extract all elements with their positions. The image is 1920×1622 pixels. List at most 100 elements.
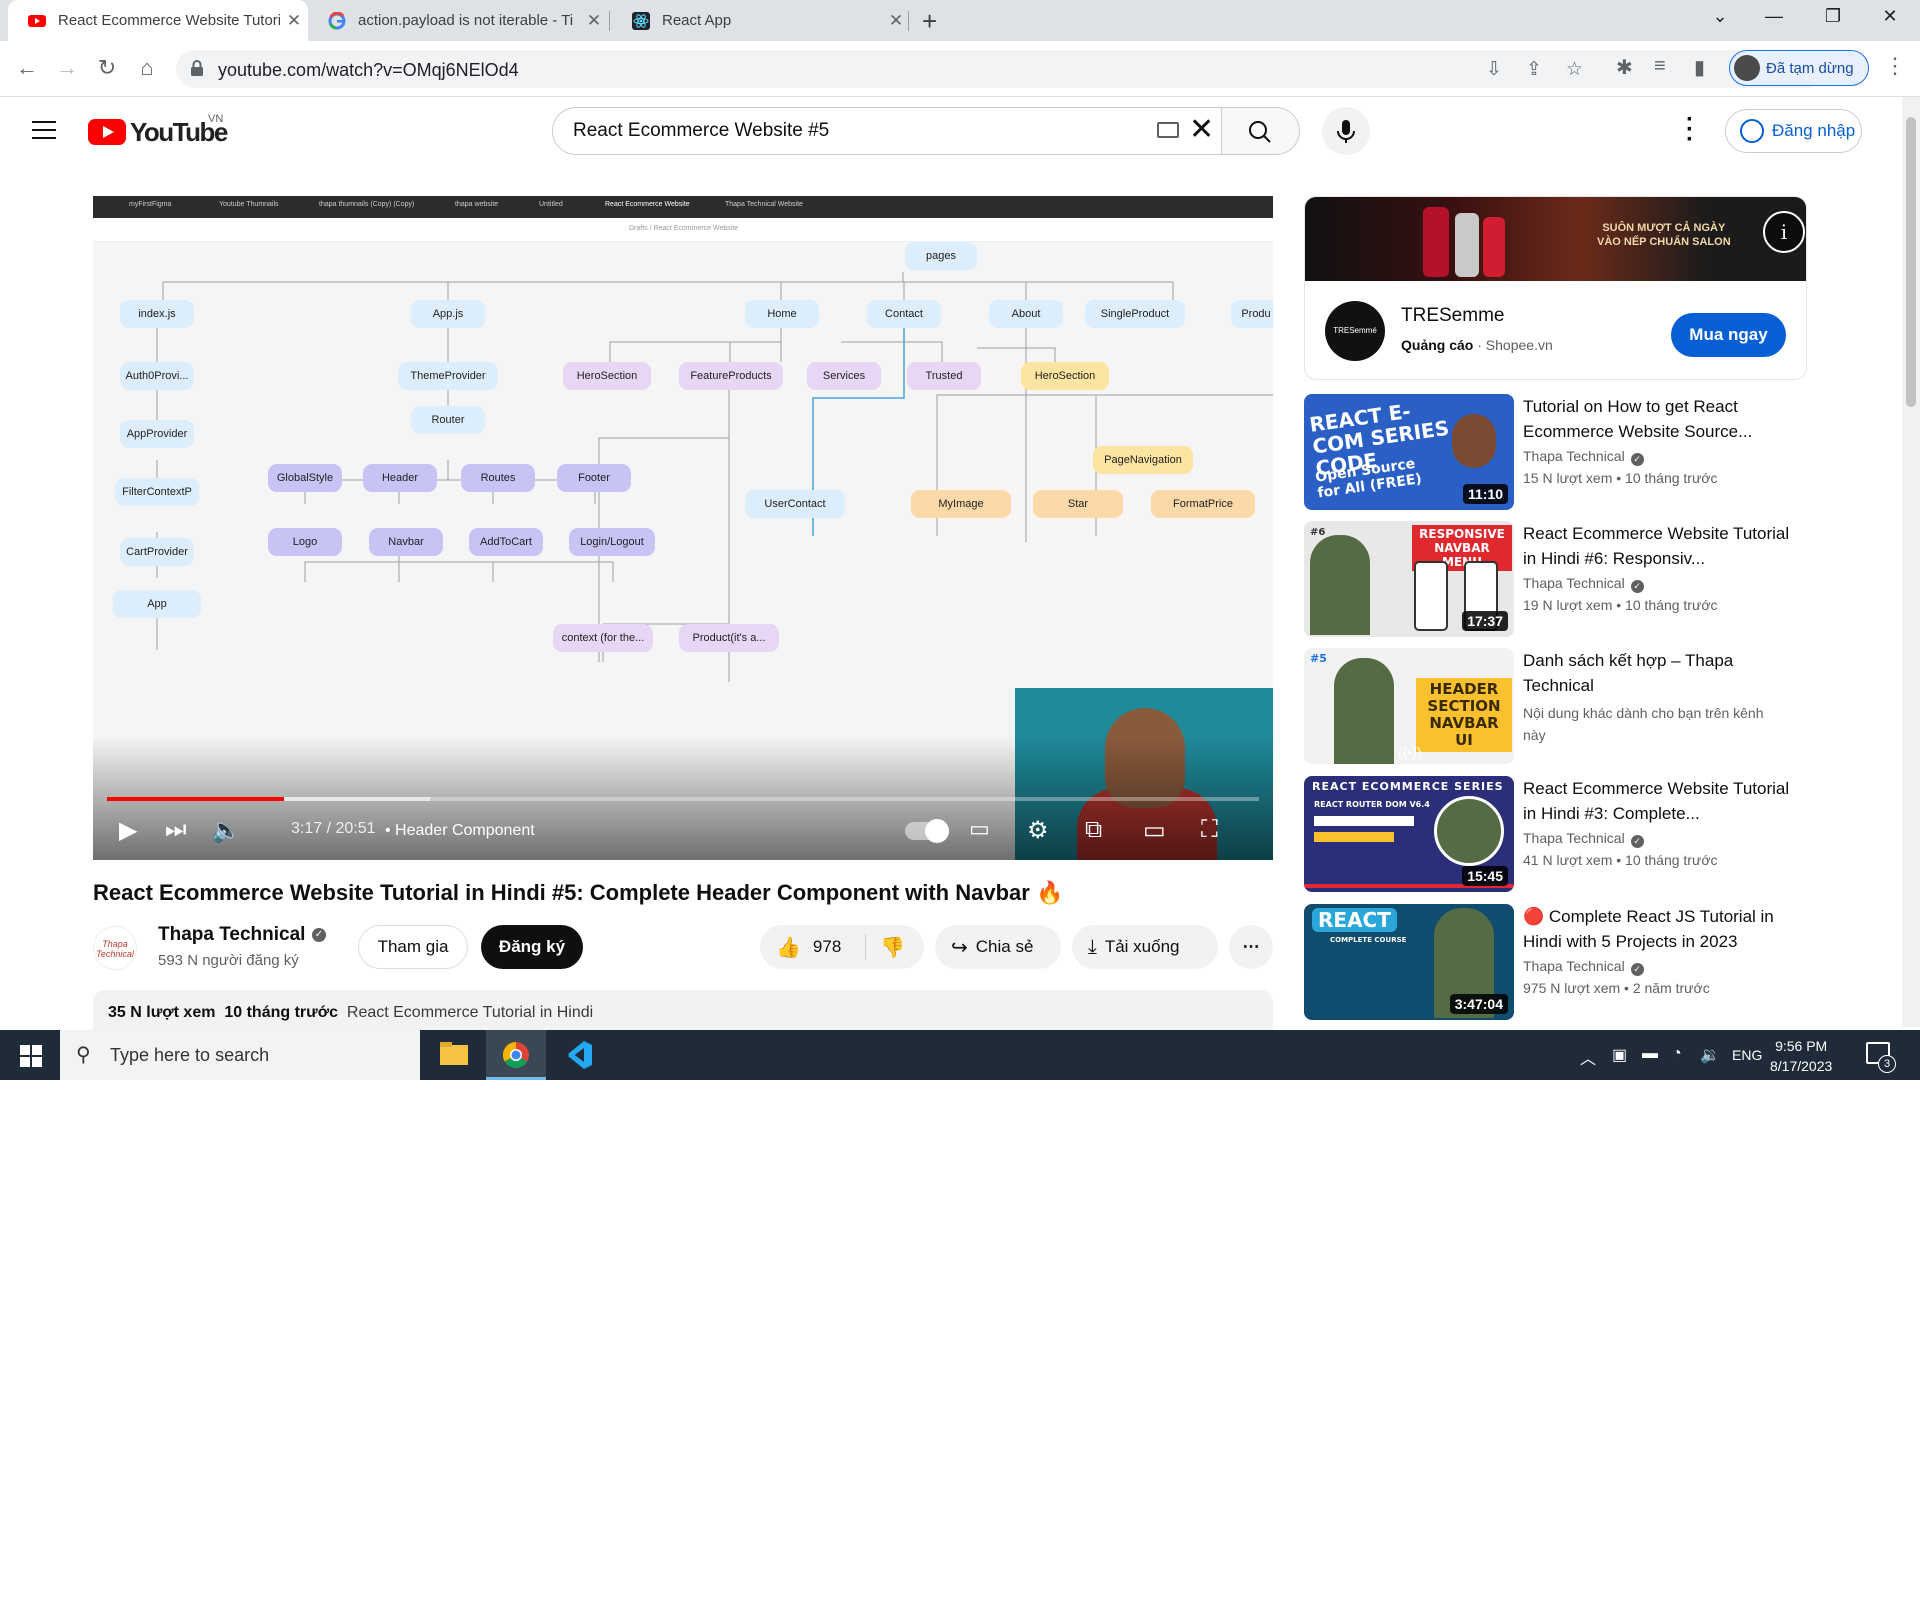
- more-actions-button[interactable]: ⋯: [1229, 925, 1273, 969]
- subscribe-button[interactable]: Đăng ký: [481, 925, 583, 969]
- tab-close-icon[interactable]: ✕: [882, 11, 910, 31]
- reload-icon[interactable]: ↻: [92, 55, 122, 81]
- youtube-logo[interactable]: YouTube: [88, 117, 228, 147]
- channel-name[interactable]: Thapa Technical: [158, 924, 305, 946]
- tab-close-icon[interactable]: ✕: [280, 11, 308, 31]
- address-bar[interactable]: youtube.com/watch?v=OMqj6NElOd4 ⇩ ⇪ ☆: [176, 50, 1826, 88]
- share-button[interactable]: ↪ Chia sẻ: [935, 925, 1061, 969]
- keyboard-icon[interactable]: [1157, 122, 1179, 138]
- recommended-video[interactable]: REACT COMPLETE COURSE 3:47:04 🔴 Complete…: [1304, 904, 1814, 1020]
- channel-name[interactable]: Thapa Technical ✓: [1523, 958, 1644, 976]
- fullscreen-icon[interactable]: ⛶: [1201, 816, 1218, 844]
- forward-icon[interactable]: →: [52, 55, 82, 81]
- ad-card[interactable]: SUÔN MƯỢT CẢ NGÀY VÀO NẾP CHUẨN SALON i T…: [1304, 196, 1807, 380]
- like-count[interactable]: 978: [813, 937, 841, 957]
- menu-icon[interactable]: [32, 121, 56, 139]
- figma-breadcrumb: Drafts / React Ecommerce Website: [629, 225, 739, 232]
- windows-start-icon[interactable]: [20, 1045, 42, 1067]
- channel-name[interactable]: Thapa Technical ✓: [1523, 830, 1644, 848]
- mix-playlist[interactable]: HEADER SECTION NAVBAR UI #5 ((•)) Danh s…: [1304, 648, 1814, 764]
- home-icon[interactable]: ⌂: [132, 55, 162, 81]
- tab-google[interactable]: action.payload is not iterable - Ti ✕: [308, 0, 608, 41]
- show-hidden-icons[interactable]: ︿: [1580, 1045, 1596, 1069]
- video-thumbnail[interactable]: REACT ECOMMERCE SERIES REACT ROUTER DOM …: [1304, 776, 1514, 892]
- autoplay-toggle[interactable]: [905, 819, 949, 843]
- volume-icon[interactable]: 🔈: [211, 816, 241, 845]
- tab-search-icon[interactable]: ⌄: [1700, 6, 1740, 27]
- next-icon[interactable]: ⏭: [165, 816, 187, 844]
- tab-youtube[interactable]: React Ecommerce Website Tutori ✕: [8, 0, 308, 41]
- wifi-icon[interactable]: ◔: [1672, 1045, 1682, 1063]
- search-icon: ⚲: [76, 1044, 91, 1066]
- description-box[interactable]: 35 N lượt xem 10 tháng trước React Ecomm…: [93, 990, 1273, 1030]
- channel-avatar[interactable]: Thapa Technical: [93, 926, 137, 970]
- playlist-thumbnail[interactable]: HEADER SECTION NAVBAR UI #5 ((•)): [1304, 648, 1514, 764]
- channel-name[interactable]: Thapa Technical ✓: [1523, 448, 1644, 466]
- close-window-icon[interactable]: ✕: [1870, 6, 1910, 27]
- figma-tab: Youtube Thumnails: [219, 201, 279, 208]
- tab-react-app[interactable]: React App ✕: [612, 0, 910, 41]
- join-button[interactable]: Tham gia: [358, 925, 468, 969]
- system-clock[interactable]: 9:56 PM 8/17/2023: [1770, 1036, 1832, 1076]
- phone-mockup-image: [1414, 561, 1448, 631]
- settings-gear-icon[interactable]: ⚙: [1027, 816, 1049, 845]
- search-icon: [1249, 121, 1271, 143]
- taskbar-search-input[interactable]: ⚲ Type here to search: [60, 1030, 420, 1080]
- minimize-icon[interactable]: —: [1754, 6, 1794, 27]
- play-icon[interactable]: ▶: [119, 816, 137, 845]
- search-button[interactable]: [1222, 107, 1300, 155]
- recommended-video[interactable]: REACT E-COM SERIES CODE Open Source for …: [1304, 394, 1814, 510]
- channel-name[interactable]: Thapa Technical ✓: [1523, 575, 1644, 593]
- progress-bar[interactable]: [107, 797, 1259, 801]
- sign-in-button[interactable]: Đăng nhập: [1725, 109, 1862, 153]
- video-title[interactable]: React Ecommerce Website Tutorial in Hind…: [1523, 776, 1793, 826]
- miniplayer-icon[interactable]: ⧉: [1085, 816, 1102, 844]
- video-title[interactable]: React Ecommerce Website Tutorial in Hind…: [1523, 521, 1793, 571]
- speaker-icon[interactable]: 🔉: [1700, 1045, 1720, 1065]
- playlist-tag[interactable]: React Ecommerce Tutorial in Hindi: [347, 1004, 593, 1021]
- ad-banner[interactable]: SUÔN MƯỢT CẢ NGÀY VÀO NẾP CHUẨN SALON i: [1305, 197, 1806, 281]
- recommended-video[interactable]: REACT ECOMMERCE SERIES REACT ROUTER DOM …: [1304, 776, 1814, 892]
- buy-now-button[interactable]: Mua ngay: [1671, 313, 1786, 357]
- download-button[interactable]: ⤓ Tải xuống: [1072, 925, 1218, 969]
- input-language[interactable]: ENG: [1732, 1047, 1762, 1063]
- video-title[interactable]: Tutorial on How to get React Ecommerce W…: [1523, 394, 1793, 444]
- clear-search-icon[interactable]: ✕: [1189, 112, 1214, 147]
- media-control-icon[interactable]: ≡: [1654, 55, 1666, 78]
- install-icon[interactable]: ⇩: [1486, 58, 1502, 81]
- voice-search-button[interactable]: [1322, 107, 1370, 155]
- meet-now-icon[interactable]: ▣: [1612, 1045, 1627, 1065]
- recommended-video[interactable]: RESPONSIVE NAVBAR MENU #6 17:37 React Ec…: [1304, 521, 1814, 637]
- playlist-title[interactable]: Danh sách kết hợp – Thapa Technical: [1523, 648, 1793, 698]
- video-player[interactable]: myFirstFigma Youtube Thumnails thapa thu…: [93, 196, 1273, 860]
- share-page-icon[interactable]: ⇪: [1526, 58, 1542, 81]
- react-icon: [632, 11, 650, 30]
- chrome-icon[interactable]: [486, 1030, 546, 1080]
- side-panel-icon[interactable]: ▮: [1694, 55, 1705, 80]
- profile-button[interactable]: Đã tạm dừng: [1729, 50, 1869, 86]
- chapter-title[interactable]: • Header Component: [385, 822, 535, 840]
- video-thumbnail[interactable]: REACT E-COM SERIES CODE Open Source for …: [1304, 394, 1514, 510]
- captions-icon[interactable]: ▭: [969, 816, 990, 842]
- extensions-icon[interactable]: ✱: [1616, 55, 1633, 80]
- thumbs-down-icon[interactable]: 👎: [880, 935, 905, 960]
- file-explorer-icon[interactable]: [424, 1030, 484, 1080]
- page-scrollbar[interactable]: [1902, 97, 1920, 1027]
- new-tab-button[interactable]: +: [922, 6, 937, 37]
- thumbs-up-icon[interactable]: 👍: [776, 935, 801, 960]
- theater-mode-icon[interactable]: ▭: [1143, 816, 1166, 845]
- vscode-icon[interactable]: [548, 1030, 608, 1080]
- video-thumbnail[interactable]: RESPONSIVE NAVBAR MENU #6 17:37: [1304, 521, 1514, 637]
- search-input[interactable]: React Ecommerce Website #5 ✕: [552, 107, 1222, 155]
- tab-close-icon[interactable]: ✕: [580, 11, 608, 31]
- bookmark-star-icon[interactable]: ☆: [1566, 58, 1583, 81]
- restore-icon[interactable]: ❐: [1813, 6, 1853, 27]
- video-title[interactable]: 🔴 Complete React JS Tutorial in Hindi wi…: [1523, 904, 1793, 954]
- settings-more-icon[interactable]: · · ·: [1680, 108, 1700, 152]
- battery-icon[interactable]: ▬: [1642, 1045, 1658, 1063]
- info-icon[interactable]: i: [1763, 211, 1805, 253]
- back-icon[interactable]: ←: [12, 55, 42, 81]
- video-thumbnail[interactable]: REACT COMPLETE COURSE 3:47:04: [1304, 904, 1514, 1020]
- chrome-menu-icon[interactable]: ⋮: [1884, 53, 1906, 79]
- scrollbar-thumb[interactable]: [1906, 117, 1916, 407]
